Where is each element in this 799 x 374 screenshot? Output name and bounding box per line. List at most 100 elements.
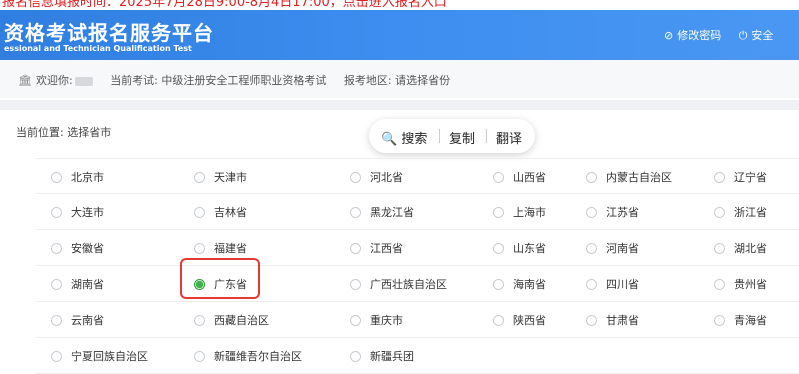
province-option[interactable]: 河南省	[586, 240, 639, 256]
province-radio[interactable]	[493, 172, 504, 183]
province-radio[interactable]	[493, 279, 504, 290]
province-option[interactable]: 吉林省	[194, 204, 247, 220]
header-actions: ⊘ 修改密码 ⏻ 安全	[664, 27, 787, 43]
province-option[interactable]: 青海省	[714, 312, 767, 328]
province-option[interactable]: 陕西省	[493, 312, 546, 328]
province-option[interactable]: 湖南省	[51, 276, 104, 292]
province-option[interactable]: 山西省	[493, 169, 546, 185]
province-radio[interactable]	[350, 315, 361, 326]
province-option[interactable]: 河北省	[350, 169, 403, 185]
province-option[interactable]: 浙江省	[714, 204, 767, 220]
province-label: 海南省	[513, 278, 546, 291]
province-radio[interactable]	[586, 279, 597, 290]
province-option[interactable]: 黑龙江省	[350, 204, 414, 220]
province-label: 宁夏回族自治区	[71, 350, 148, 363]
province-radio[interactable]	[493, 243, 504, 254]
province-option[interactable]: 宁夏回族自治区	[51, 348, 148, 364]
breadcrumb: 当前位置: 选择省市	[16, 126, 112, 139]
province-radio[interactable]	[350, 279, 361, 290]
province-radio[interactable]	[586, 315, 597, 326]
province-option[interactable]: 江苏省	[586, 204, 639, 220]
province-radio[interactable]	[714, 243, 725, 254]
notice-text: 报名信息填报时间：2025年7月28日9:00-8月4日17:00，点击进入报名…	[2, 0, 447, 10]
province-option[interactable]: 甘肃省	[586, 312, 639, 328]
province-option[interactable]: 福建省	[194, 240, 247, 256]
province-radio[interactable]	[586, 172, 597, 183]
province-label: 黑龙江省	[370, 206, 414, 219]
province-label: 河南省	[606, 242, 639, 255]
province-option[interactable]: 江西省	[350, 240, 403, 256]
province-label: 新疆兵团	[370, 350, 414, 363]
province-radio[interactable]	[714, 207, 725, 218]
province-label: 江西省	[370, 242, 403, 255]
province-option[interactable]: 西藏自治区	[194, 312, 269, 328]
province-label: 天津市	[214, 171, 247, 184]
province-option[interactable]: 上海市	[493, 204, 546, 220]
province-option[interactable]: 辽宁省	[714, 169, 767, 185]
popup-translate-button[interactable]: 翻译	[496, 128, 522, 147]
search-icon: 🔍	[381, 132, 398, 147]
province-option[interactable]: 新疆维吾尔自治区	[194, 348, 302, 364]
province-radio[interactable]	[51, 315, 62, 326]
province-label: 安徽省	[71, 242, 104, 255]
province-option[interactable]: 北京市	[51, 169, 104, 185]
province-radio[interactable]	[350, 172, 361, 183]
province-row: 湖南省 广东省 广西壮族自治区 海南省 四川省 贵州省	[36, 266, 799, 302]
username-masked	[74, 76, 93, 86]
province-radio[interactable]	[586, 207, 597, 218]
province-row: 大连市 吉林省 黑龙江省 上海市 江苏省 浙江省	[36, 194, 799, 230]
popup-divider	[486, 129, 487, 143]
power-icon: ⏻	[738, 29, 748, 42]
province-label: 广西壮族自治区	[370, 278, 447, 291]
province-option[interactable]: 湖北省	[714, 240, 767, 256]
province-label: 江苏省	[606, 206, 639, 219]
province-label: 甘肃省	[606, 314, 639, 327]
province-option[interactable]: 天津市	[194, 169, 247, 185]
province-radio[interactable]	[194, 172, 205, 183]
check-circle-icon: ⊘	[664, 29, 674, 42]
province-option[interactable]: 云南省	[51, 312, 104, 328]
province-radio[interactable]	[194, 243, 205, 254]
province-label: 内蒙古自治区	[606, 171, 672, 184]
province-radio[interactable]	[350, 243, 361, 254]
province-label: 贵州省	[734, 278, 767, 291]
province-option[interactable]: 安徽省	[51, 240, 104, 256]
province-option[interactable]: 山东省	[493, 240, 546, 256]
province-radio[interactable]	[493, 207, 504, 218]
province-radio[interactable]	[350, 207, 361, 218]
change-password-link[interactable]: ⊘ 修改密码	[664, 27, 721, 43]
logout-link[interactable]: ⏻ 安全	[739, 27, 774, 43]
province-radio[interactable]	[51, 351, 62, 362]
province-radio[interactable]	[493, 315, 504, 326]
province-label: 重庆市	[370, 314, 403, 327]
province-option[interactable]: 内蒙古自治区	[586, 169, 672, 185]
notice-banner: 报名信息填报时间：2025年7月28日9:00-8月4日17:00，点击进入报名…	[0, 0, 799, 10]
province-radio[interactable]	[586, 243, 597, 254]
province-label: 辽宁省	[734, 171, 767, 184]
province-option[interactable]: 大连市	[51, 204, 104, 220]
province-label: 浙江省	[734, 206, 767, 219]
province-label: 山西省	[513, 171, 546, 184]
change-password-label: 修改密码	[677, 29, 722, 42]
exam-region: 报考地区: 请选择省份	[343, 74, 451, 87]
popup-copy-button[interactable]: 复制	[449, 128, 475, 147]
province-option[interactable]: 四川省	[586, 276, 639, 292]
province-radio[interactable]	[714, 315, 725, 326]
province-radio[interactable]	[714, 279, 725, 290]
province-radio[interactable]	[194, 351, 205, 362]
province-radio[interactable]	[194, 207, 205, 218]
province-label: 北京市	[71, 171, 104, 184]
province-radio[interactable]	[51, 207, 62, 218]
province-radio[interactable]	[51, 172, 62, 183]
popup-search-button[interactable]: 🔍 搜索	[381, 128, 427, 147]
province-radio[interactable]	[51, 279, 62, 290]
province-radio[interactable]	[194, 315, 205, 326]
province-option[interactable]: 新疆兵团	[350, 348, 414, 364]
province-option[interactable]: 海南省	[493, 276, 546, 292]
province-option[interactable]: 重庆市	[350, 312, 403, 328]
province-radio[interactable]	[51, 243, 62, 254]
province-option[interactable]: 贵州省	[714, 276, 767, 292]
province-option[interactable]: 广西壮族自治区	[350, 276, 447, 292]
province-radio[interactable]	[350, 351, 361, 362]
province-radio[interactable]	[714, 172, 725, 183]
